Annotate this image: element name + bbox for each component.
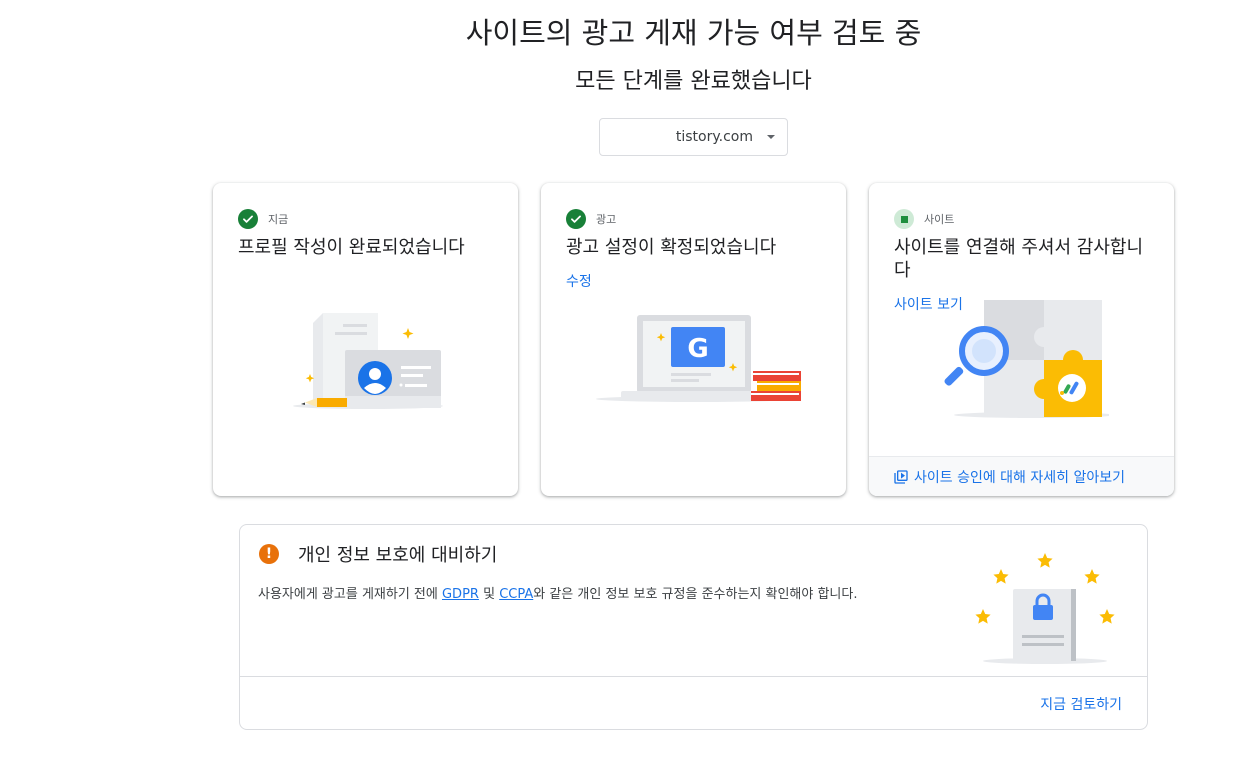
card-status-label: 광고 [596,213,617,226]
card-ads: 광고 광고 설정이 확정되었습니다 수정 G [541,183,846,496]
profile-document-illustration [293,313,443,409]
site-selector-value: tistory.com [675,129,753,145]
learn-site-approval-link[interactable]: 사이트 승인에 대해 자세히 알아보기 [869,456,1174,496]
learn-site-approval-label: 사이트 승인에 대해 자세히 알아보기 [914,469,1125,486]
caret-down-icon [767,135,775,139]
card-status: 지금 [238,209,288,229]
video-library-icon [894,469,908,484]
page-subtitle: 모든 단계를 완료했습니다 [575,69,812,94]
card-heading: 광고 설정이 확정되었습니다 [566,237,777,258]
privacy-text-before: 사용자에게 광고를 게재하기 전에 [258,587,442,602]
laptop-google-illustration: G [596,315,801,402]
privacy-divider [240,676,1147,677]
privacy-text-after: 와 같은 개인 정보 보호 규정을 준수하는지 확인해야 합니다. [533,587,858,602]
card-status: 광고 [566,209,616,229]
puzzle-magnifier-illustration [944,300,1109,418]
edit-ads-link[interactable]: 수정 [566,271,592,291]
lock-document-stars-illustration [975,553,1115,664]
privacy-text-and: 및 [478,587,500,602]
privacy-title: 개인 정보 보호에 대비하기 [298,545,498,566]
card-profile: 지금 프로필 작성이 완료되었습니다 [213,183,518,496]
card-site: 사이트 사이트를 연결해 주셔서 감사합니다 사이트 보기 사이트 승인에 대해… [869,183,1174,496]
privacy-card: ! 개인 정보 보호에 대비하기 사용자에게 광고를 게재하기 전에 GDPR … [239,524,1148,730]
warning-icon: ! [259,544,279,564]
ccpa-link[interactable]: CCPA [499,587,533,602]
card-status: 사이트 [894,209,954,229]
check-circle-icon [566,209,586,229]
review-now-button[interactable]: 지금 검토하기 [1040,694,1122,714]
gdpr-link[interactable]: GDPR [442,587,479,602]
pending-square-icon [894,209,914,229]
site-selector-dropdown[interactable]: tistory.com [599,118,788,156]
card-status-label: 지금 [268,213,289,226]
page-title: 사이트의 광고 게재 가능 여부 검토 중 [465,16,922,50]
card-status-label: 사이트 [924,213,955,226]
privacy-description: 사용자에게 광고를 게재하기 전에 GDPR 및 CCPA와 같은 개인 정보 … [258,583,857,602]
card-heading: 프로필 작성이 완료되었습니다 [238,237,465,258]
svg-text:G: G [687,334,708,364]
card-heading: 사이트를 연결해 주셔서 감사합니다 [894,237,1144,281]
check-circle-icon [238,209,258,229]
